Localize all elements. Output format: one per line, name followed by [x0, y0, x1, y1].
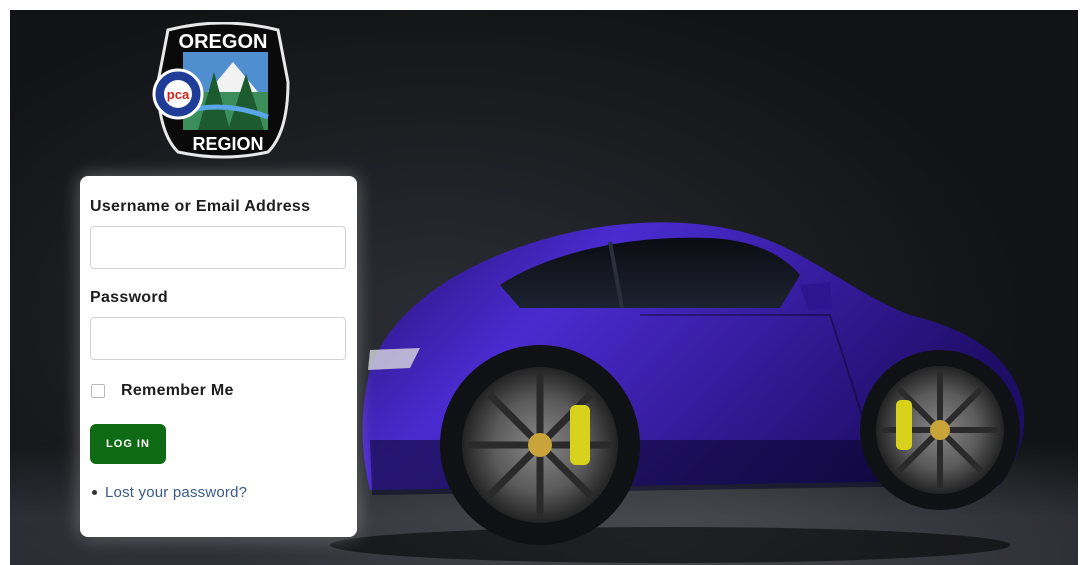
list-item: Lost your password? — [90, 484, 347, 501]
pca-badge-text: pca — [167, 87, 190, 102]
remember-me-checkbox[interactable] — [91, 384, 105, 398]
login-button[interactable]: LOG IN — [90, 424, 166, 464]
username-label: Username or Email Address — [90, 198, 311, 215]
remember-me-row: Remember Me — [90, 380, 347, 402]
form-links-list: Lost your password? — [90, 484, 347, 501]
bullet-icon — [92, 490, 97, 495]
lost-password-link[interactable]: Lost your password? — [105, 484, 247, 501]
logo-top-text: OREGON — [179, 31, 268, 53]
oregon-region-logo: OREGON REGION pca — [152, 22, 290, 159]
username-input[interactable] — [90, 226, 346, 269]
password-input[interactable] — [90, 317, 346, 360]
login-form: Username or Email Address Password Remem… — [80, 176, 357, 537]
car-image — [330, 222, 1024, 563]
remember-me-label[interactable]: Remember Me — [121, 382, 234, 400]
password-label: Password — [90, 289, 168, 306]
logo-bottom-text: REGION — [192, 134, 263, 154]
